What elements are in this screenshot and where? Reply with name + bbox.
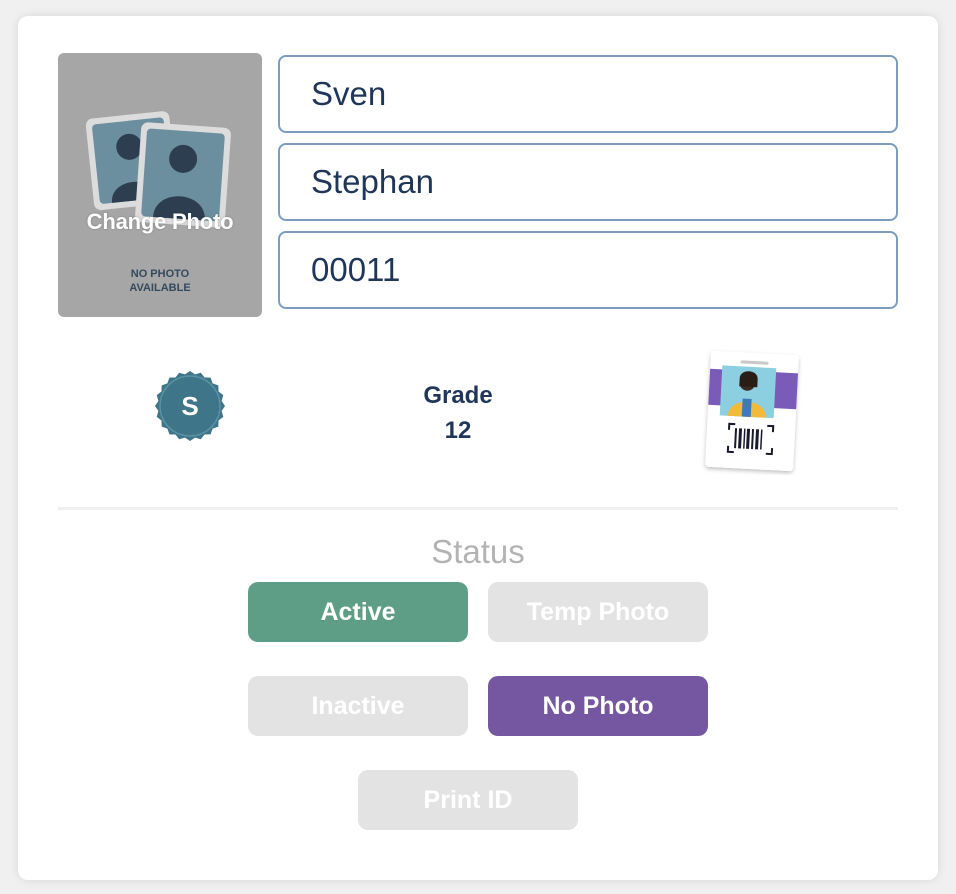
status-active-button[interactable]: Active (248, 582, 468, 642)
student-card: NO PHOTO AVAILABLE Change Photo S Grade … (18, 16, 938, 880)
grade-display: Grade 12 (378, 378, 538, 448)
no-photo-text: NO PHOTO AVAILABLE (58, 267, 262, 295)
change-photo-button[interactable]: NO PHOTO AVAILABLE Change Photo (58, 53, 262, 317)
status-heading: Status (431, 533, 525, 570)
student-id-input[interactable] (278, 231, 898, 309)
change-photo-label: Change Photo (86, 209, 234, 234)
first-name-input[interactable] (278, 55, 898, 133)
badge-letter: S (181, 391, 199, 421)
status-no-photo-button[interactable]: No Photo (488, 676, 708, 736)
last-name-input[interactable] (278, 143, 898, 221)
student-badge: S (155, 371, 225, 441)
print-id-button[interactable]: Print ID (358, 770, 578, 830)
divider (58, 507, 898, 510)
id-card-icon[interactable] (698, 349, 818, 475)
no-photo-line2: AVAILABLE (129, 282, 191, 294)
status-inactive-button[interactable]: Inactive (248, 676, 468, 736)
grade-label: Grade (423, 382, 493, 409)
status-temp-photo-button[interactable]: Temp Photo (488, 582, 708, 642)
grade-value: 12 (444, 417, 472, 444)
no-photo-line1: NO PHOTO (130, 268, 190, 280)
